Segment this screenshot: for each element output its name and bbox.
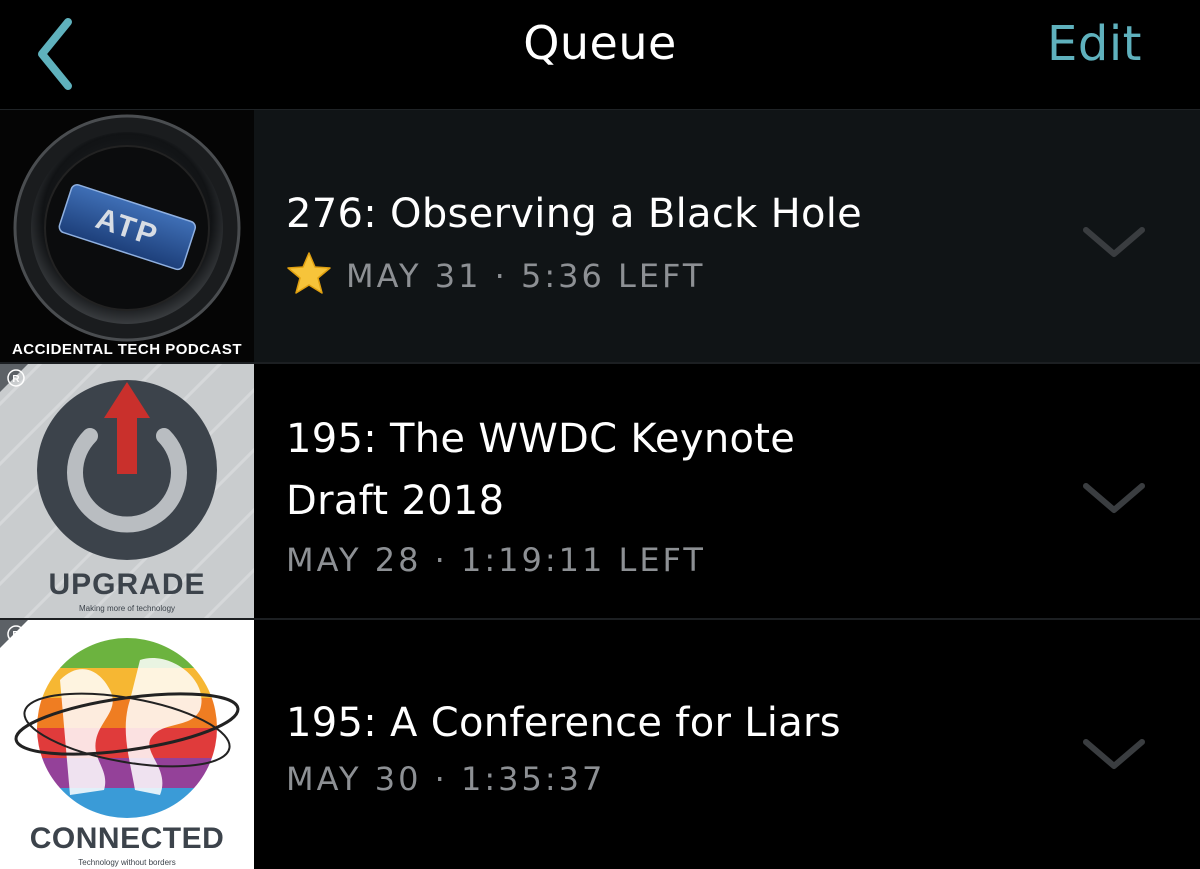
podcast-name: CONNECTED xyxy=(30,822,225,855)
episode-row[interactable]: ATP ACCIDENTAL TECH PODCAST 276: Observi… xyxy=(0,110,1200,364)
page-title: Queue xyxy=(523,16,677,70)
podcast-tagline: Making more of technology xyxy=(79,604,175,613)
episode-date-duration: MAY 28 · 1:19:11 LEFT xyxy=(286,541,706,579)
episode-row[interactable]: R UPGRADE Making more of technology 195:… xyxy=(0,364,1200,620)
episode-row[interactable]: R CONNECTED Technology without borders 1… xyxy=(0,620,1200,869)
podcast-name: UPGRADE xyxy=(48,568,205,601)
chevron-down-icon xyxy=(1083,739,1145,769)
episode-title-line: Draft 2018 xyxy=(286,478,505,524)
podcast-tagline: Technology without borders xyxy=(78,858,175,867)
svg-text:R: R xyxy=(12,374,20,385)
episode-meta: MAY 28 · 1:19:11 LEFT xyxy=(286,541,706,579)
podcast-artwork-upgrade: R UPGRADE Making more of technology xyxy=(0,364,254,620)
episode-date-duration: MAY 31 · 5:36 LEFT xyxy=(346,257,706,295)
episode-title-line: 195: The WWDC Keynote xyxy=(286,416,796,462)
episode-title: 195: A Conference for Liars xyxy=(286,692,1046,754)
expand-chevron-button[interactable] xyxy=(1082,734,1146,774)
navigation-bar: Queue Edit xyxy=(0,0,1200,110)
episode-date-duration: MAY 30 · 1:35:37 xyxy=(286,760,606,798)
episode-title-line: 195: A Conference for Liars xyxy=(286,700,841,746)
episode-title-line: 276: Observing a Black Hole xyxy=(286,191,863,237)
svg-text:R: R xyxy=(12,630,20,641)
episode-title: 195: The WWDC Keynote Draft 2018 xyxy=(286,408,1046,532)
episode-meta: MAY 30 · 1:35:37 xyxy=(286,760,605,798)
queue-screen: Queue Edit ATP ACCIDENTAL TECH PODCAST 2… xyxy=(0,0,1200,869)
expand-chevron-button[interactable] xyxy=(1082,222,1146,262)
podcast-name: ACCIDENTAL TECH PODCAST xyxy=(12,341,242,358)
podcast-artwork-connected: R CONNECTED Technology without borders xyxy=(0,620,254,869)
episode-meta: MAY 31 · 5:36 LEFT xyxy=(286,251,705,303)
podcast-artwork-atp: ATP ACCIDENTAL TECH PODCAST xyxy=(0,110,254,364)
episode-title: 276: Observing a Black Hole xyxy=(286,183,1046,245)
edit-button[interactable]: Edit xyxy=(1047,16,1142,72)
star-icon xyxy=(286,251,332,303)
expand-chevron-button[interactable] xyxy=(1082,478,1146,518)
chevron-down-icon xyxy=(1083,483,1145,513)
chevron-down-icon xyxy=(1083,227,1145,257)
